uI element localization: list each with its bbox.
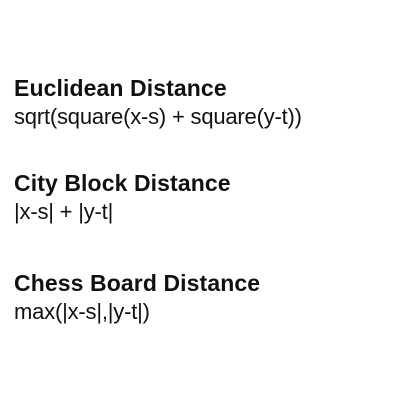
chess-board-formula: max(|x-s|,|y-t|) — [14, 299, 150, 324]
euclidean-section: Euclidean Distance sqrt(square(x-s) + sq… — [14, 74, 302, 132]
euclidean-heading: Euclidean Distance — [14, 75, 227, 101]
chess-board-heading: Chess Board Distance — [14, 270, 261, 296]
city-block-formula: |x-s| + |y-t| — [14, 199, 114, 224]
city-block-heading: City Block Distance — [14, 170, 231, 196]
city-block-section: City Block Distance |x-s| + |y-t| — [14, 169, 231, 227]
chess-board-section: Chess Board Distance max(|x-s|,|y-t|) — [14, 269, 260, 327]
euclidean-formula: sqrt(square(x-s) + square(y-t)) — [14, 104, 302, 129]
